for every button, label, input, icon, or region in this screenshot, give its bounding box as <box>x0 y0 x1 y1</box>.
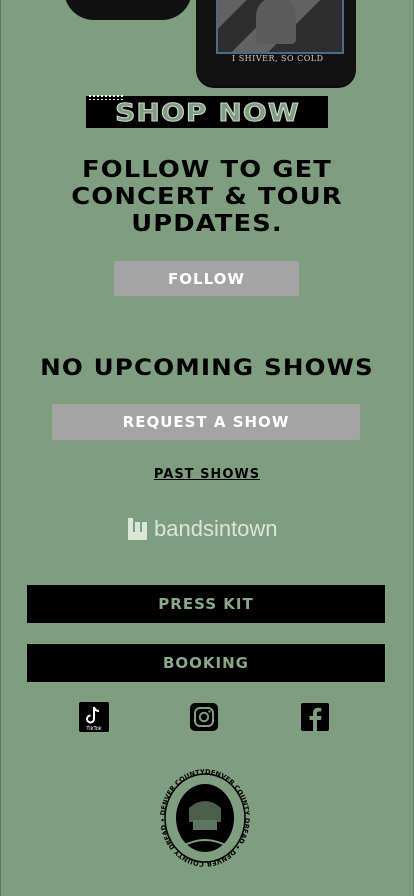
bandsintown-logo[interactable]: bandsintown <box>128 516 278 542</box>
bandsintown-wordmark: bandsintown <box>154 516 278 541</box>
request-show-button[interactable]: REQUEST A SHOW <box>52 404 360 440</box>
hoodie-print-image <box>216 0 344 54</box>
no-upcoming-shows-heading: NO UPCOMING SHOWS <box>40 356 374 381</box>
past-shows-link[interactable]: PAST SHOWS <box>0 467 414 482</box>
tiktok-caption: TikTok <box>85 726 101 732</box>
press-kit-button[interactable]: PRESS KIT <box>27 585 385 623</box>
frame-edge-left <box>0 0 1 896</box>
hoodie-front-image: I SHIVER, SO COLD <box>196 0 356 86</box>
shop-now-button[interactable]: SHOP NOW <box>86 94 328 128</box>
facebook-icon[interactable] <box>300 702 330 732</box>
booking-button[interactable]: BOOKING <box>27 644 385 682</box>
shop-now-label: SHOP NOW <box>114 97 300 127</box>
tiktok-icon[interactable]: TikTok <box>79 702 109 732</box>
follow-heading: FOLLOW TO GET CONCERT & TOUR UPDATES. <box>0 157 414 238</box>
hoodie-back-image <box>64 0 192 20</box>
follow-heading-line-1: FOLLOW TO GET <box>81 157 333 183</box>
follow-button[interactable]: FOLLOW <box>114 261 299 296</box>
instagram-icon[interactable] <box>189 702 219 732</box>
follow-heading-line-3: UPDATES. <box>131 211 283 237</box>
follow-heading-line-2: CONCERT & TOUR <box>71 184 343 210</box>
merch-image[interactable]: I SHIVER, SO COLD <box>60 0 360 92</box>
bandsintown-icon <box>128 518 150 540</box>
hoodie-print-caption: I SHIVER, SO COLD <box>232 54 324 63</box>
denver-county-dread-badge[interactable]: DENVER COUNTY DREAD • DENVER COUNTY DREA… <box>150 756 257 874</box>
